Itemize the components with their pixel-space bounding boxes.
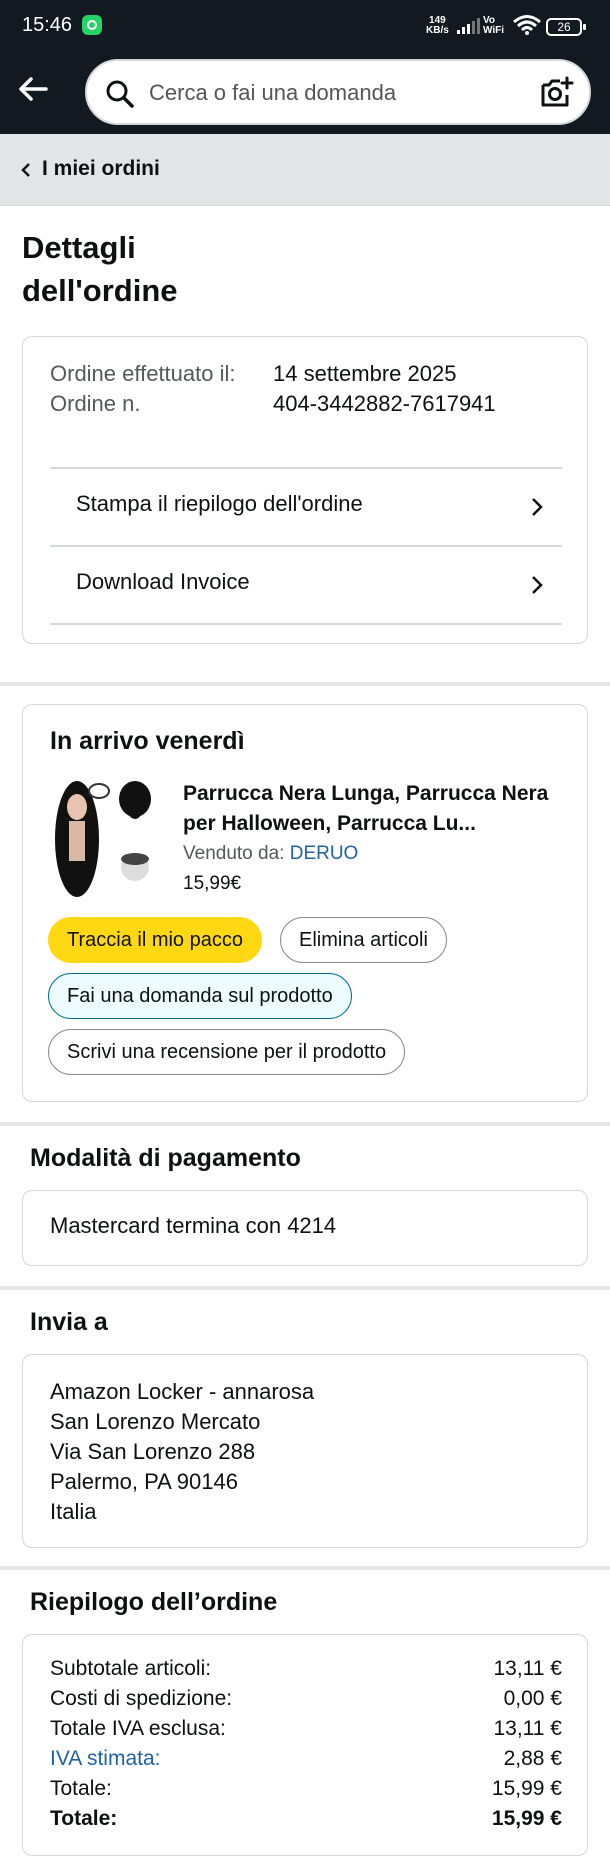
seller-link[interactable]: DERUO xyxy=(290,843,359,864)
shipment-card: In arrivo venerdì Parrucca Nera Lunga, P… xyxy=(22,704,588,1102)
address-line: San Lorenzo Mercato xyxy=(50,1409,261,1434)
product-title[interactable]: Parrucca Nera Lunga, Parrucca Nera per H… xyxy=(183,779,563,839)
section-divider xyxy=(0,1286,610,1290)
section-divider xyxy=(0,1566,610,1570)
section-divider xyxy=(0,682,610,686)
network-speed: 149 KB/s xyxy=(426,16,449,36)
estimated-vat-link[interactable]: IVA stimata: xyxy=(50,1747,161,1771)
order-labels: Ordine effettuato il: Ordine n. xyxy=(50,359,260,419)
breadcrumb[interactable]: I miei ordini xyxy=(0,134,610,206)
summary-row-grand-total: Totale: 15,99 € xyxy=(50,1807,562,1837)
print-summary-link[interactable]: Stampa il riepilogo dell'ordine xyxy=(50,467,562,545)
sold-by-label: Venduto da: xyxy=(183,843,285,864)
chevron-right-icon xyxy=(532,576,543,594)
summary-row-subtotal: Subtotale articoli: 13,11 € xyxy=(50,1657,562,1687)
divider xyxy=(50,623,562,625)
camera-search-icon[interactable] xyxy=(539,75,575,111)
address-line: Amazon Locker - annarosa xyxy=(50,1379,315,1404)
remove-items-button[interactable]: Elimina articoli xyxy=(280,917,447,963)
address-line: Italia xyxy=(50,1499,97,1524)
delivery-heading: In arrivo venerdì xyxy=(50,727,245,755)
order-info-card: Ordine effettuato il: Ordine n. 14 sette… xyxy=(22,336,588,644)
search-bar[interactable] xyxy=(85,59,591,125)
order-values: 14 settembre 2025 404-3442882-7617941 xyxy=(273,359,496,419)
vowifi-indicator: Vo WiFi xyxy=(483,16,504,36)
search-input[interactable] xyxy=(149,71,509,115)
payment-heading: Modalità di pagamento xyxy=(30,1144,301,1172)
order-summary-heading: Riepilogo dell’ordine xyxy=(30,1588,278,1616)
summary-row-total: Totale: 15,99 € xyxy=(50,1777,562,1807)
back-arrow-icon[interactable] xyxy=(16,72,50,106)
ship-to-card: Amazon Locker - annarosa San Lorenzo Mer… xyxy=(22,1354,588,1548)
summary-label: Subtotale articoli: xyxy=(50,1657,212,1680)
summary-label: Totale IVA esclusa: xyxy=(50,1717,226,1740)
download-invoice-link[interactable]: Download Invoice xyxy=(50,545,562,623)
summary-value: 2,88 € xyxy=(503,1747,562,1770)
section-divider xyxy=(0,1122,610,1126)
summary-value: 15,99 € xyxy=(491,1807,562,1830)
order-summary-card: Subtotale articoli: 13,11 € Costi di spe… xyxy=(22,1634,588,1856)
breadcrumb-link[interactable]: I miei ordini xyxy=(42,157,160,181)
product-image[interactable] xyxy=(47,779,159,899)
summary-label: Costi di spedizione: xyxy=(50,1687,233,1710)
wifi-icon xyxy=(513,15,541,35)
vowifi-line-2: WiFi xyxy=(483,25,505,36)
order-number: 404-3442882-7617941 xyxy=(273,391,496,416)
search-icon xyxy=(106,80,134,108)
summary-label: Totale: xyxy=(50,1777,112,1800)
top-bar: 15:46 149 KB/s Vo WiFi 26 xyxy=(0,0,610,134)
print-summary-label: Stampa il riepilogo dell'ordine xyxy=(76,491,363,516)
chevron-left-icon xyxy=(21,163,30,177)
status-bar: 15:46 149 KB/s Vo WiFi 26 xyxy=(0,0,610,56)
chevron-right-icon xyxy=(532,498,543,516)
whatsapp-notification-icon xyxy=(82,15,102,35)
status-time: 15:46 xyxy=(22,14,73,36)
summary-row-net-total: Totale IVA esclusa: 13,11 € xyxy=(50,1717,562,1747)
order-placed-date: 14 settembre 2025 xyxy=(273,361,457,386)
summary-value: 13,11 € xyxy=(493,1717,562,1740)
network-speed-unit: KB/s xyxy=(426,25,449,36)
download-invoice-label: Download Invoice xyxy=(76,569,250,594)
write-review-button[interactable]: Scrivi una recensione per il prodotto xyxy=(48,1029,406,1075)
summary-value: 0,00 € xyxy=(503,1687,562,1710)
summary-row-vat: IVA stimata: 2,88 € xyxy=(50,1747,562,1777)
battery-indicator: 26 xyxy=(546,18,586,36)
address-line: Via San Lorenzo 288 xyxy=(50,1439,256,1464)
sold-by: Venduto da: DERUO xyxy=(183,843,358,865)
ship-to-heading: Invia a xyxy=(30,1308,108,1336)
address-line: Palermo, PA 90146 xyxy=(50,1469,238,1494)
ask-product-question-button[interactable]: Fai una domanda sul prodotto xyxy=(48,973,352,1019)
signal-icon xyxy=(457,18,480,34)
product-price: 15,99€ xyxy=(183,873,242,894)
order-placed-label: Ordine effettuato il: xyxy=(50,361,236,386)
summary-value: 13,11 € xyxy=(493,1657,562,1680)
page-title: Dettagli dell'ordine xyxy=(22,230,178,308)
shipping-address: Amazon Locker - annarosa San Lorenzo Mer… xyxy=(50,1377,314,1527)
payment-method: Mastercard termina con 4214 xyxy=(50,1213,337,1238)
summary-row-shipping: Costi di spedizione: 0,00 € xyxy=(50,1687,562,1717)
track-package-button[interactable]: Traccia il mio pacco xyxy=(48,917,262,963)
summary-label: Totale: xyxy=(50,1807,118,1830)
summary-value: 15,99 € xyxy=(491,1777,562,1800)
payment-card: Mastercard termina con 4214 xyxy=(22,1190,588,1266)
order-number-label: Ordine n. xyxy=(50,391,141,416)
